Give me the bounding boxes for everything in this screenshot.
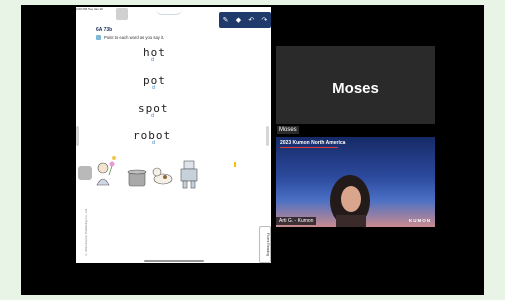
word-mark: d	[152, 85, 157, 91]
page-code: 6A 73b	[96, 27, 113, 33]
word-mark: d	[151, 57, 156, 63]
participant-name-label: Moses	[277, 126, 299, 134]
copyright-note: © 2023 Kumon Publishing Co., Ltd.	[84, 208, 88, 257]
instruction-marker-icon	[96, 35, 101, 40]
instruction: Point to each word as you say it.	[96, 35, 164, 40]
undo-icon[interactable]: ↶	[248, 17, 254, 24]
right-edge-handle[interactable]	[266, 126, 269, 146]
left-edge-handle[interactable]	[76, 126, 79, 146]
tablet-home-indicator[interactable]	[144, 260, 204, 262]
home-icon[interactable]	[116, 8, 128, 20]
annotation-toolbar: ✎ ◆ ↶ ↷	[219, 12, 271, 28]
word-item[interactable]: pot d	[143, 74, 166, 91]
pen-icon[interactable]: ✎	[223, 17, 229, 24]
participant-video-silhouette	[330, 175, 370, 227]
word-mark: d	[151, 113, 156, 119]
word-item[interactable]: spot d	[138, 102, 169, 119]
tablet-notch	[156, 7, 182, 15]
dog-with-spot-illustration	[152, 167, 173, 185]
fluent-reading-tab[interactable]: Fluent Reading	[259, 226, 271, 263]
instruction-text: Point to each word as you say it.	[104, 35, 165, 40]
participant-display-name: Moses	[332, 80, 379, 97]
kumon-logo: KUMON	[409, 218, 431, 223]
participant-tile-video[interactable]: 2023 Kumon North America Arti G. - Kumon…	[276, 137, 435, 227]
shared-tablet-screen: 2:00 PM Tue Jan 16	[76, 7, 271, 263]
banner-accent-line	[280, 147, 338, 148]
participant-tile-moses[interactable]: Moses Moses	[276, 46, 435, 134]
redo-icon[interactable]: ↷	[261, 17, 267, 24]
scroll-thumb-icon[interactable]	[78, 166, 92, 180]
pointer-cursor	[234, 162, 236, 167]
word-mark: d	[152, 140, 157, 146]
pot-illustration	[127, 169, 147, 187]
word-illustrations	[96, 156, 198, 189]
participant-caption: Arti G. - Kumon	[276, 217, 317, 225]
background-banner-title: 2023 Kumon North America	[280, 140, 346, 146]
word-item[interactable]: robot d	[133, 129, 171, 146]
eraser-icon[interactable]: ◆	[236, 17, 241, 24]
robot-illustration	[180, 160, 198, 189]
word-item[interactable]: hot d	[143, 46, 166, 63]
boy-with-flower-illustration	[96, 156, 116, 186]
